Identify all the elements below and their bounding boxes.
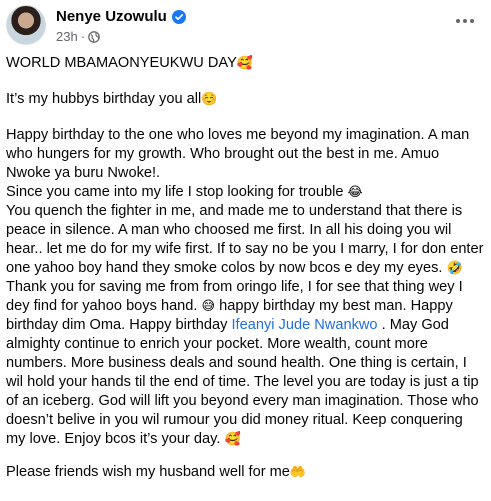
grinning-sweat-emoji: 😅	[201, 299, 216, 314]
p2-text: Since you came into my life I stop looki…	[6, 184, 344, 200]
title-text: WORLD MBAMAONYEUKWU DAY	[6, 55, 237, 71]
facebook-post: Nenye Uzowulu 23h · WORLD MBAMAONYEUKWU …	[0, 0, 491, 501]
palms-up-emoji: 🤲	[289, 465, 307, 480]
post-meta: 23h ·	[56, 29, 100, 44]
smiling-hearts-emoji-2: 🥰	[224, 432, 241, 447]
globe-icon[interactable]	[88, 30, 100, 43]
laughing-tears-emoji: 😂	[347, 185, 363, 200]
post-line-2: It’s my hubbys birthday you all☺️	[6, 90, 484, 109]
post-paragraph-2: Since you came into my life I stop looki…	[6, 183, 484, 202]
author-name[interactable]: Nenye Uzowulu	[56, 8, 167, 25]
post-header: Nenye Uzowulu 23h ·	[6, 5, 486, 49]
post-body: WORLD MBAMAONYEUKWU DAY🥰 It’s my hubbys …	[6, 54, 484, 482]
p5-text: Please friends wish my husband well for …	[6, 464, 290, 480]
p1-text: Happy birthday to the one who loves me b…	[6, 127, 470, 181]
post-paragraph-1: Happy birthday to the one who loves me b…	[6, 126, 484, 183]
p4-text-c: . May God almighty continue to enrich yo…	[6, 317, 479, 447]
p3-text: You quench the fighter in me, and made m…	[6, 203, 484, 276]
smiling-hearts-emoji: 🥰	[236, 56, 254, 71]
tagged-user-link[interactable]: Ifeanyi Jude Nwankwo	[232, 317, 378, 333]
meta-separator: ·	[80, 29, 86, 44]
author-avatar[interactable]	[6, 5, 46, 45]
post-paragraph-3: You quench the fighter in me, and made m…	[6, 202, 484, 278]
more-options-icon[interactable]	[452, 11, 478, 31]
smiling-emoji: ☺️	[201, 92, 218, 107]
verified-badge-icon	[171, 9, 186, 24]
post-timestamp[interactable]: 23h	[56, 29, 78, 44]
rolling-laughing-emoji: 🤣	[446, 261, 463, 276]
author-row: Nenye Uzowulu	[56, 8, 186, 25]
post-paragraph-4: Thank you for saving me from from oringo…	[6, 278, 484, 449]
post-paragraph-5: Please friends wish my husband well for …	[6, 463, 484, 482]
line2-text: It’s my hubbys birthday you all	[6, 91, 202, 107]
post-title-line: WORLD MBAMAONYEUKWU DAY🥰	[6, 54, 484, 73]
